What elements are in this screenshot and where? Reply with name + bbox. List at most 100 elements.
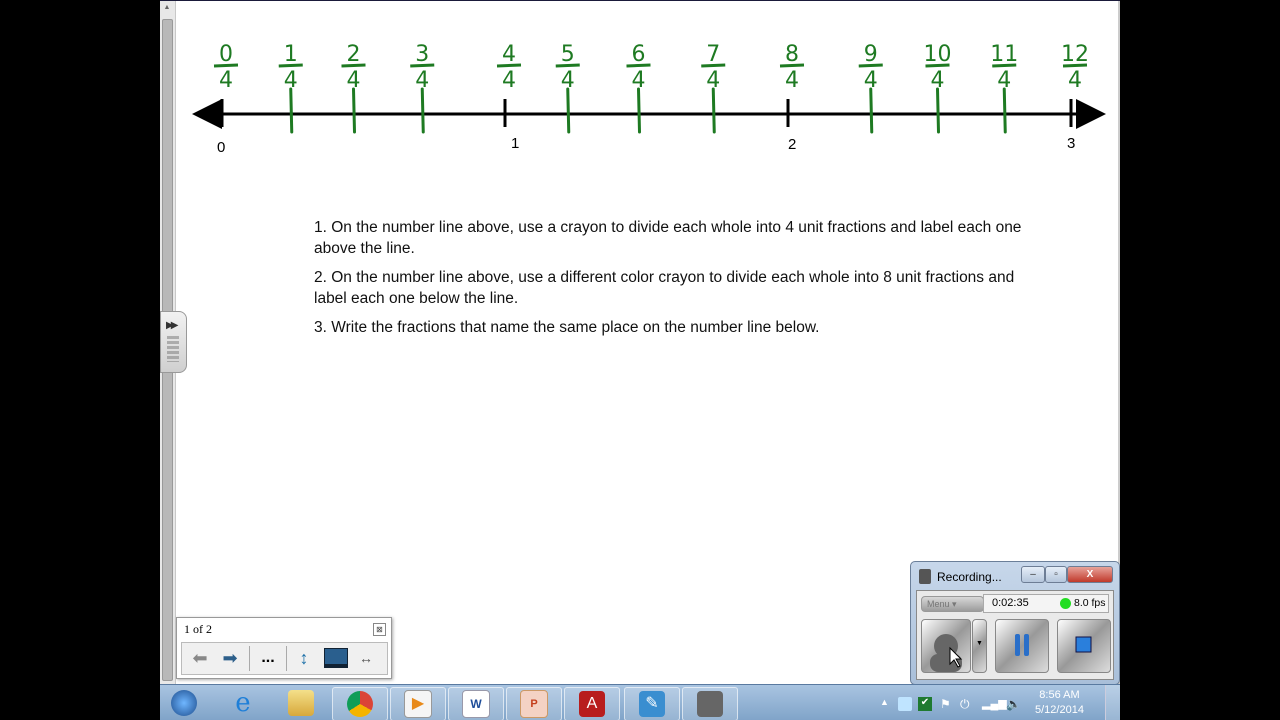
taskbar-chrome[interactable]	[332, 687, 388, 720]
taskbar-internet-explorer[interactable]: e	[216, 687, 270, 719]
fraction-denominator: 4	[864, 68, 878, 93]
fraction-label: 44	[496, 42, 522, 93]
fraction-label: 54	[555, 42, 580, 93]
number-line: 04142434445464748494104114124	[192, 42, 1106, 134]
fraction-label: 24	[341, 42, 366, 93]
page-navigator: 1 of 2 ⊠ ⬅ ➡ ... ↕ ↔	[176, 617, 392, 679]
fraction-bar	[341, 63, 366, 68]
volume-icon[interactable]: 🔈	[1006, 697, 1021, 711]
fraction-bar	[779, 63, 805, 68]
folder-icon	[288, 690, 314, 716]
taskbar-acrobat[interactable]: A	[564, 687, 620, 720]
fourth-tick	[936, 87, 940, 134]
security-check-icon[interactable]: ✔	[918, 697, 932, 711]
taskbar-media-player[interactable]: ▶	[390, 687, 446, 720]
pause-button[interactable]	[995, 619, 1049, 673]
fraction-denominator: 4	[219, 68, 233, 93]
webcam-dropdown[interactable]: ▼	[972, 619, 987, 673]
show-desktop-button[interactable]	[1105, 685, 1120, 720]
fraction-denominator: 4	[785, 68, 799, 93]
fraction-label: 94	[858, 42, 883, 93]
fraction-denominator: 4	[632, 68, 646, 93]
minimize-button[interactable]: –	[1021, 566, 1045, 583]
fraction-bar	[992, 63, 1017, 68]
taskbar-camera-recorder[interactable]	[682, 687, 738, 720]
instruction-2: 2. On the number line above, use a diffe…	[314, 269, 1015, 307]
recording-window: Recording... – ▫ X Menu ▾ 0:02:35 8.0 fp…	[910, 561, 1120, 685]
pager-toolbar: ⬅ ➡ ... ↕ ↔	[181, 642, 388, 675]
close-button[interactable]: X	[1067, 566, 1113, 583]
fraction-bar	[925, 63, 950, 68]
start-button[interactable]	[164, 687, 204, 719]
whole-label-2: 2	[788, 136, 797, 153]
fourth-tick	[566, 87, 571, 134]
recorder-app-icon	[919, 569, 931, 584]
fraction-numerator: 2	[347, 42, 361, 67]
prev-page-button[interactable]: ⬅	[186, 647, 214, 669]
fraction-numerator: 12	[1061, 42, 1089, 67]
fourth-tick	[352, 87, 356, 134]
divider	[286, 646, 287, 671]
windows-logo-icon	[171, 690, 197, 716]
fraction-label: 34	[410, 42, 435, 93]
network-signal-icon[interactable]: ▂▄▆	[982, 697, 1007, 711]
fraction-bar	[278, 63, 303, 68]
fraction-denominator: 4	[502, 68, 516, 93]
whole-label-0: 0	[217, 139, 226, 156]
whole-label-1: 1	[511, 135, 520, 152]
clock-time: 8:56 AM	[1039, 689, 1080, 701]
side-panel-handle[interactable]: ▶▶	[160, 311, 187, 373]
recorder-menu-dropdown[interactable]: Menu ▾	[921, 596, 984, 612]
media-player-icon: ▶	[404, 690, 432, 718]
fraction-label: 114	[990, 42, 1018, 93]
fraction-label: 14	[278, 42, 303, 93]
divider	[249, 646, 250, 671]
fraction-bar	[496, 63, 522, 68]
fraction-bar	[626, 63, 651, 68]
fit-width-icon[interactable]: ↔	[354, 647, 378, 669]
show-hidden-icons[interactable]: ▲	[880, 697, 894, 711]
fit-page-icon[interactable]: ↕	[292, 647, 316, 669]
instruction-3: 3. Write the fractions that name the sam…	[314, 319, 820, 336]
screen: ▲ 0 4 1 4 2 4 3 4 4 4 5 4 6 4 7 4 8 4 9 4 10 4 11 4 12 4 0 1 2 3 …	[160, 0, 1120, 720]
fraction-denominator: 4	[347, 68, 361, 93]
stop-button[interactable]	[1057, 619, 1111, 673]
taskbar-powerpoint[interactable]: P	[506, 687, 562, 720]
page-count: 1 of 2	[184, 622, 212, 636]
fourth-tick	[289, 87, 294, 134]
chrome-icon	[347, 691, 373, 717]
fraction-label: 124	[1061, 42, 1089, 93]
fraction-numerator: 4	[502, 42, 516, 67]
action-center-flag-icon[interactable]: ⚑	[940, 697, 954, 711]
taskbar-word[interactable]: W	[448, 687, 504, 720]
fraction-bar	[213, 63, 239, 68]
fourth-tick	[1002, 87, 1007, 134]
camera-tray-icon[interactable]	[898, 697, 912, 711]
close-icon[interactable]: ⊠	[373, 623, 386, 636]
power-icon[interactable]: ⏻	[960, 697, 974, 711]
next-page-button[interactable]: ➡	[216, 647, 244, 669]
webcam-button[interactable]	[921, 619, 971, 673]
fraction-numerator: 5	[561, 42, 575, 67]
fraction-numerator: 3	[415, 42, 429, 67]
display-settings-icon[interactable]	[322, 647, 350, 669]
document-page: ▲ 0 4 1 4 2 4 3 4 4 4 5 4 6 4 7 4 8 4 9 4 10 4 11 4 12 4 0 1 2 3 …	[160, 0, 1120, 685]
word-icon: W	[462, 690, 490, 718]
clock[interactable]: 8:56 AM 5/12/2014	[1035, 688, 1084, 718]
pause-icon	[1015, 634, 1029, 656]
more-button[interactable]: ...	[254, 647, 282, 669]
fraction-numerator: 10	[924, 42, 952, 67]
instruction-1: 1. On the number line above, use a crayo…	[314, 219, 1022, 257]
fraction-label: 74	[701, 42, 726, 93]
fraction-label: 04	[213, 42, 239, 93]
fourth-tick	[637, 87, 641, 134]
fraction-numerator: 0	[219, 42, 233, 67]
whole-label-3: 3	[1067, 135, 1076, 152]
taskbar-file-explorer[interactable]	[274, 687, 328, 719]
taskbar-notebook[interactable]: ✎	[624, 687, 680, 720]
fraction-bar	[410, 63, 435, 68]
fourth-tick	[869, 87, 874, 134]
restore-button[interactable]: ▫	[1045, 566, 1067, 583]
chevron-down-icon: ▼	[976, 640, 983, 647]
frame-rate: 8.0 fps	[1074, 597, 1106, 609]
